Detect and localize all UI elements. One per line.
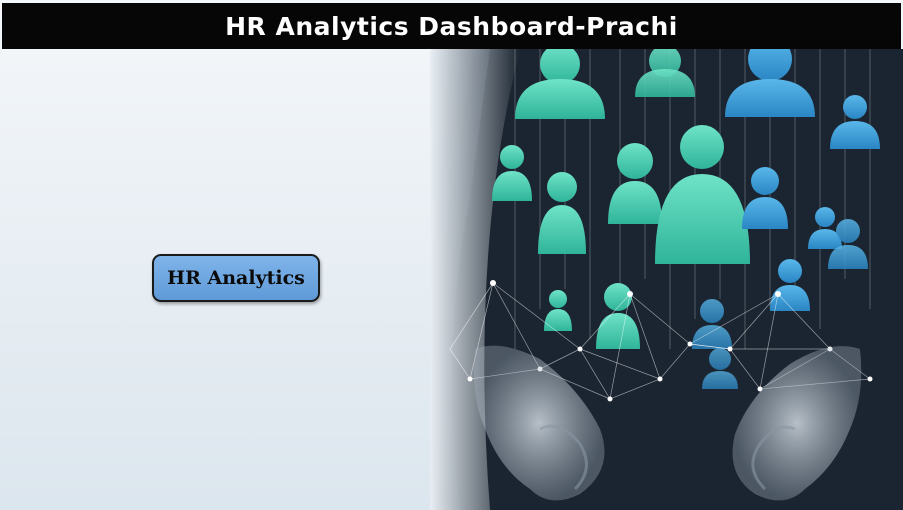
dashboard-canvas: HR Analytics Dashboard-Prachi HR Analyti… xyxy=(0,0,903,510)
hr-analytics-button[interactable]: HR Analytics xyxy=(152,254,320,302)
hr-people-network-illustration xyxy=(430,49,903,510)
page-title: HR Analytics Dashboard-Prachi xyxy=(2,3,901,49)
